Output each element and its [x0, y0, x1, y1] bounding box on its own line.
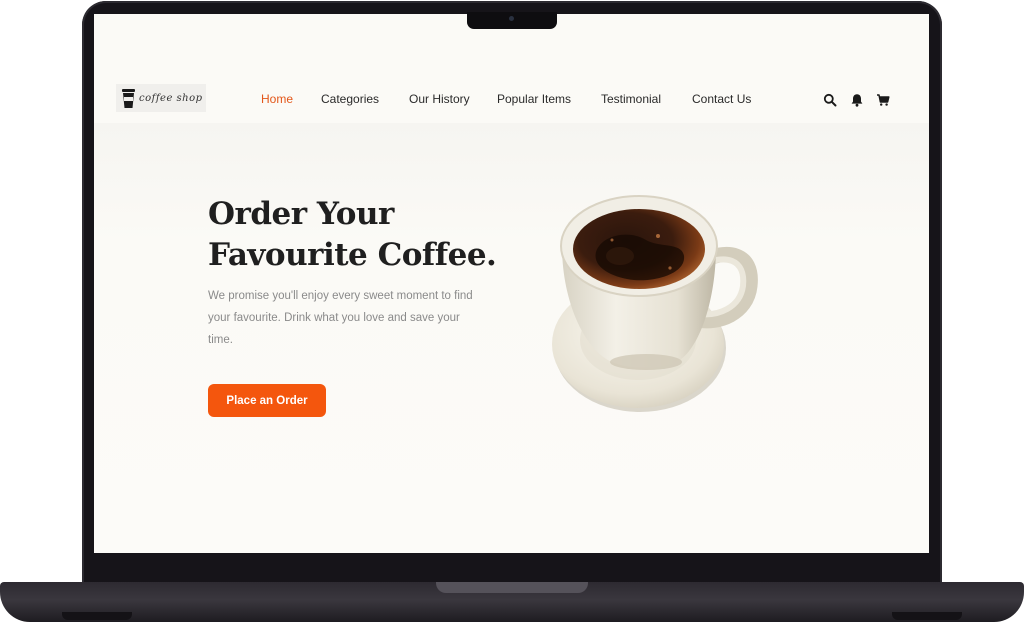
nav-categories[interactable]: Categories — [321, 92, 379, 106]
nav-our-history[interactable]: Our History — [409, 92, 470, 106]
nav-home[interactable]: Home — [261, 92, 293, 106]
logo-text: coffee shop — [139, 92, 203, 104]
hero-title: Order Your Favourite Coffee. — [208, 194, 528, 276]
laptop-foot-right — [892, 612, 962, 620]
camera-notch — [467, 12, 557, 29]
hero-description: We promise you'll enjoy every sweet mome… — [208, 290, 473, 346]
laptop-hinge-lip — [436, 582, 588, 593]
cart-icon[interactable] — [876, 93, 890, 107]
camera-icon — [509, 16, 514, 21]
nav-contact-us[interactable]: Contact Us — [692, 92, 751, 106]
bell-icon[interactable] — [850, 93, 864, 107]
nav-testimonial[interactable]: Testimonial — [601, 92, 661, 106]
site-logo[interactable]: coffee shop — [116, 84, 206, 112]
browser-screen: coffee shop Home Categories Our History … — [94, 14, 929, 553]
laptop-foot-left — [62, 612, 132, 620]
coffee-cup-image — [552, 195, 758, 412]
nav-popular-items[interactable]: Popular Items — [497, 92, 571, 106]
place-order-button[interactable]: Place an Order — [208, 384, 326, 417]
search-icon[interactable] — [823, 93, 837, 107]
hero-title-line-1: Order Your — [208, 196, 394, 232]
hero-title-line-2: Favourite Coffee. — [208, 237, 497, 273]
coffee-cup-logo-icon — [122, 88, 135, 108]
